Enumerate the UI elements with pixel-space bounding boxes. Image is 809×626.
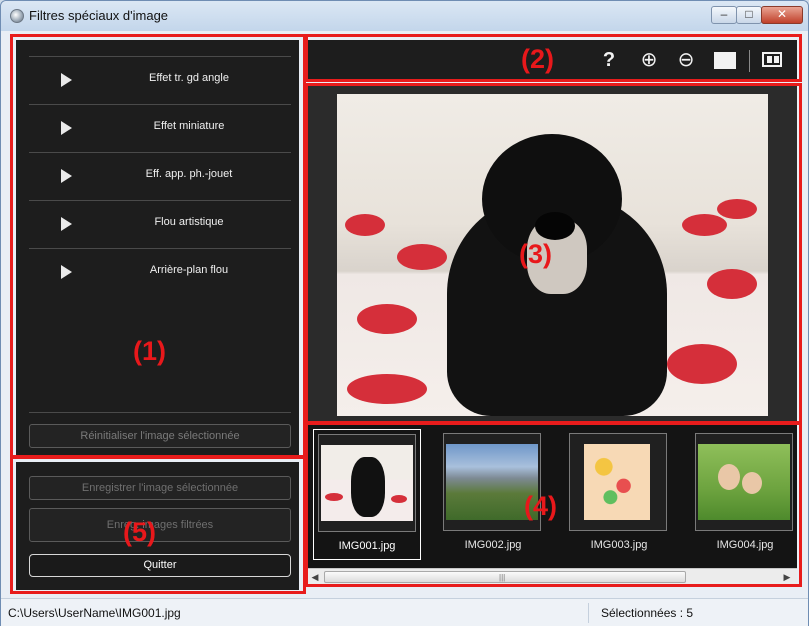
minimize-icon: –	[720, 7, 728, 21]
compare-view-icon[interactable]	[762, 52, 782, 67]
thumbnail-image	[698, 444, 790, 520]
thumbnail-caption: IMG004.jpg	[716, 539, 774, 551]
thumbnail-item[interactable]: IMG001.jpg	[313, 429, 421, 560]
play-icon	[61, 73, 72, 87]
effects-panel: Effet tr. gd angle Effet miniature Eff. …	[16, 40, 299, 456]
save-filtered-button[interactable]: Enreg. images filtrées	[29, 508, 291, 542]
divider	[29, 412, 291, 413]
play-icon	[61, 217, 72, 231]
toolbar-separator	[749, 50, 750, 72]
help-icon[interactable]: ?	[598, 49, 620, 71]
play-icon	[61, 265, 72, 279]
thumbnail-item[interactable]: IMG004.jpg	[691, 429, 797, 560]
thumbnail-frame	[318, 434, 416, 532]
thumbnail-frame	[695, 433, 793, 531]
effect-item-label: Flou artistique	[154, 216, 224, 228]
scroll-right-icon[interactable]: ▶	[780, 571, 794, 583]
minimize-button[interactable]: –	[711, 6, 737, 24]
callout-label-4: (4)	[524, 491, 557, 521]
thumbnail-image	[321, 445, 413, 521]
play-icon	[61, 169, 72, 183]
selected-count: Sélectionnées : 5	[601, 606, 694, 620]
file-path: C:\Users\UserName\IMG001.jpg	[8, 606, 181, 620]
thumbnail-image	[584, 444, 650, 520]
effect-item-miniature[interactable]: Effet miniature	[29, 104, 291, 152]
scroll-left-icon[interactable]: ◀	[308, 571, 322, 583]
close-icon: ✕	[776, 7, 788, 21]
grip-icon: |||	[499, 573, 506, 582]
preview-image[interactable]	[337, 94, 768, 416]
effect-item-label: Effet miniature	[153, 120, 225, 132]
thumbnail-caption: IMG003.jpg	[590, 539, 648, 551]
effect-item-label: Arrière-plan flou	[149, 264, 229, 276]
effect-item-label: Eff. app. ph.-jouet	[145, 168, 233, 180]
effect-item-label: Effet tr. gd angle	[149, 72, 229, 84]
zoom-in-icon[interactable]: ⊕	[638, 49, 660, 71]
window-title: Filtres spéciaux d'image	[29, 8, 169, 23]
full-screen-icon[interactable]	[714, 52, 736, 69]
maximize-icon: □	[745, 7, 753, 21]
quit-button[interactable]: Quitter	[29, 554, 291, 577]
callout-label-3: (3)	[519, 239, 552, 269]
scrollbar-thumb[interactable]: |||	[324, 571, 686, 583]
save-selected-button[interactable]: Enregistrer l'image sélectionnée	[29, 476, 291, 500]
close-button[interactable]: ✕	[761, 6, 803, 24]
thumbnail-item[interactable]: IMG003.jpg	[565, 429, 673, 560]
effect-item-blur-background[interactable]: Arrière-plan flou	[29, 248, 291, 296]
actions-panel: Enregistrer l'image sélectionnée Enreg. …	[16, 462, 299, 590]
callout-label-5: (5)	[123, 517, 156, 547]
thumbnail-frame	[569, 433, 667, 531]
callout-label-2: (2)	[521, 44, 554, 74]
play-icon	[61, 121, 72, 135]
effect-item-wide-angle[interactable]: Effet tr. gd angle	[29, 56, 291, 104]
effect-item-soft-focus[interactable]: Flou artistique	[29, 200, 291, 248]
filmstrip-scrollbar[interactable]: ◀ ||| ▶	[306, 568, 797, 585]
title-bar: Filtres spéciaux d'image – □ ✕	[1, 1, 808, 31]
status-separator	[588, 603, 589, 623]
zoom-out-icon[interactable]: ⊖	[675, 49, 697, 71]
maximize-button[interactable]: □	[736, 6, 762, 24]
thumbnail-caption: IMG001.jpg	[338, 540, 396, 552]
status-bar: C:\Users\UserName\IMG001.jpg Sélectionné…	[1, 598, 808, 626]
thumbnail-caption: IMG002.jpg	[464, 539, 522, 551]
effect-item-toy-camera[interactable]: Eff. app. ph.-jouet	[29, 152, 291, 200]
reset-image-button[interactable]: Réinitialiser l'image sélectionnée	[29, 424, 291, 448]
app-window: Filtres spéciaux d'image – □ ✕ Effet tr.…	[0, 0, 809, 626]
callout-label-1: (1)	[133, 336, 166, 366]
app-icon	[10, 9, 24, 23]
